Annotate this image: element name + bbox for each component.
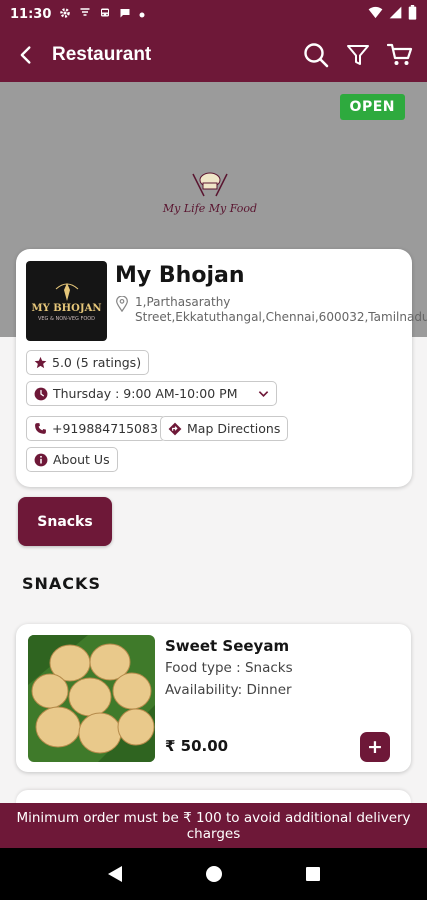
signal-blocked-icon — [79, 7, 91, 22]
opening-hours-dropdown[interactable]: Thursday : 9:00 AM-10:00 PM — [26, 381, 277, 406]
add-to-cart-button[interactable]: + — [360, 732, 390, 762]
item-image — [28, 635, 155, 762]
restaurant-address: 1,Parthasarathy Street,Ekkatuthangal,Che… — [115, 295, 427, 325]
restaurant-name: My Bhojan — [115, 263, 245, 288]
dot-icon — [139, 7, 145, 21]
system-navigation-bar — [0, 848, 427, 900]
about-us-label: About Us — [53, 452, 110, 467]
page-title: Restaurant — [52, 44, 152, 65]
item-name: Sweet Seeyam — [165, 637, 290, 655]
map-directions-label: Map Directions — [187, 421, 281, 436]
phone-number: +919884715083 — [52, 421, 158, 436]
item-food-type: Food type : Snacks — [165, 660, 293, 676]
address-text: 1,Parthasarathy Street,Ekkatuthangal,Che… — [135, 295, 427, 324]
rating-chip: 5.0 (5 ratings) — [26, 350, 150, 375]
star-icon — [34, 356, 47, 369]
minimum-order-notice: Minimum order must be ₹ 100 to avoid add… — [0, 803, 427, 848]
clock-icon — [34, 387, 48, 401]
about-us-chip[interactable]: About Us — [26, 447, 118, 472]
nav-back-icon[interactable] — [100, 859, 130, 889]
opening-hours-text: Thursday : 9:00 AM-10:00 PM — [53, 386, 238, 401]
message-icon — [119, 7, 131, 22]
chevron-down-icon — [258, 390, 269, 398]
bus-icon — [99, 7, 111, 22]
status-time: 11:30 — [10, 6, 52, 22]
section-title: SNACKS — [22, 574, 101, 593]
item-price: ₹ 50.00 — [165, 737, 229, 755]
map-directions-chip[interactable]: Map Directions — [160, 416, 289, 441]
category-button-snacks[interactable]: Snacks — [18, 497, 112, 546]
wifi-icon — [368, 6, 383, 23]
settings-icon — [59, 7, 71, 22]
cart-icon[interactable] — [385, 40, 415, 70]
search-icon[interactable] — [301, 40, 331, 70]
app-bar: Restaurant — [0, 28, 427, 82]
banner-logo-text: My Life My Food — [162, 202, 258, 215]
status-bar: 11:30 — [0, 0, 427, 28]
back-arrow-icon[interactable] — [12, 41, 40, 69]
cell-signal-icon — [389, 6, 402, 23]
restaurant-logo-emblem-icon — [55, 282, 78, 301]
phone-chip[interactable]: +919884715083 — [26, 416, 166, 441]
phone-icon — [34, 422, 47, 435]
minimum-order-text: Minimum order must be ₹ 100 to avoid add… — [16, 809, 411, 842]
restaurant-info-card: MY BHOJAN VEG & NON-VEG FOOD My Bhojan 1… — [16, 249, 427, 487]
chef-hat-icon — [192, 172, 228, 197]
menu-item-card[interactable]: Sweet Seeyam Food type : Snacks Availabi… — [16, 624, 411, 772]
directions-icon — [168, 422, 182, 436]
filter-icon[interactable] — [343, 40, 373, 70]
battery-icon — [408, 4, 417, 24]
nav-home-icon[interactable] — [199, 859, 229, 889]
open-status-badge: OPEN — [339, 94, 405, 120]
item-availability: Availability: Dinner — [165, 682, 292, 698]
nav-recents-icon[interactable] — [298, 859, 328, 889]
restaurant-logo-subtitle: VEG & NON-VEG FOOD — [37, 315, 96, 322]
rating-text: 5.0 (5 ratings) — [52, 355, 142, 370]
banner-logo: My Life My Food — [160, 170, 260, 215]
info-icon — [34, 453, 48, 467]
location-pin-icon — [115, 295, 131, 325]
restaurant-logo: MY BHOJAN VEG & NON-VEG FOOD — [26, 261, 107, 341]
restaurant-logo-title: MY BHOJAN — [31, 302, 102, 314]
